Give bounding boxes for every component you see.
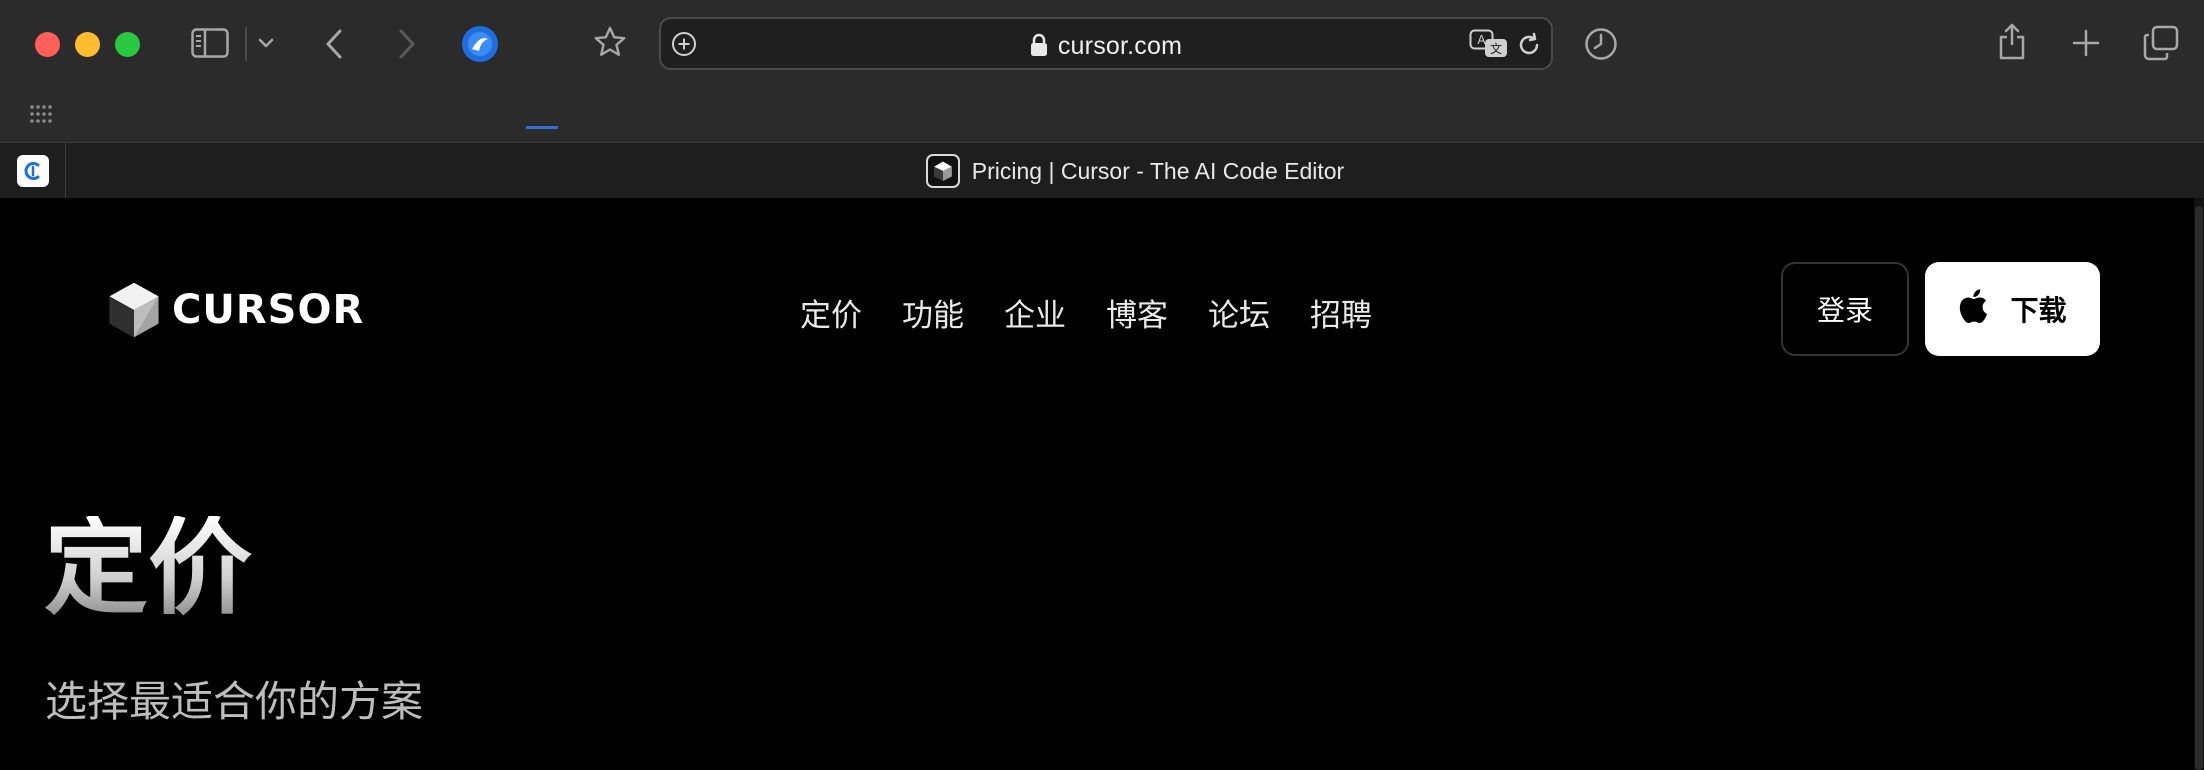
cursor-logo[interactable]: CURSOR: [106, 280, 364, 340]
address-bar[interactable]: cursor.com A文: [659, 17, 1553, 70]
grid-icon[interactable]: [28, 101, 54, 127]
svg-text:文: 文: [1490, 41, 1502, 56]
login-button[interactable]: 登录: [1781, 262, 1909, 356]
browser-toolbar: cursor.com A文: [0, 0, 2204, 90]
cursor-logo-icon: [109, 282, 159, 338]
minimize-window-button[interactable]: [75, 32, 100, 57]
page-scrollbar[interactable]: [2194, 198, 2204, 770]
tab-title: Pricing | Cursor - The AI Code Editor: [971, 157, 1345, 184]
pinned-tab[interactable]: [0, 143, 66, 199]
nav-item-features[interactable]: 功能: [902, 290, 964, 335]
clock-icon[interactable]: [1583, 26, 1619, 62]
tab-bar: Pricing | Cursor - The AI Code Editor: [0, 142, 2204, 199]
scroll-thumb[interactable]: [2195, 206, 2203, 770]
page-subtitle: 选择最适合你的方案: [45, 677, 424, 726]
translate-icon[interactable]: A文: [1469, 28, 1509, 60]
tabs-overview-icon[interactable]: [2142, 24, 2180, 62]
lock-icon: [1030, 33, 1048, 64]
back-arrow-icon[interactable]: [320, 26, 348, 62]
bookmarks-bar: [0, 90, 2204, 142]
main-nav: 定价 功能 企业 博客 论坛 招聘: [800, 290, 1372, 335]
page-title: 定价: [44, 507, 253, 629]
download-label: 下载: [2010, 294, 2067, 327]
download-button[interactable]: 下载: [1925, 262, 2100, 356]
nav-item-forum[interactable]: 论坛: [1208, 290, 1270, 335]
nav-item-careers[interactable]: 招聘: [1310, 290, 1372, 335]
reload-icon[interactable]: [1514, 30, 1544, 60]
toolbar-divider: [245, 27, 247, 61]
cursor-favicon-icon: [925, 154, 960, 188]
zoom-window-button[interactable]: [115, 32, 140, 57]
sidebar-icon[interactable]: [190, 26, 230, 60]
star-icon[interactable]: [592, 24, 628, 60]
close-window-button[interactable]: [35, 32, 60, 57]
login-label: 登录: [1816, 294, 1873, 327]
plus-icon[interactable]: [2069, 26, 2103, 60]
share-icon[interactable]: [1995, 20, 2029, 62]
pinned-tab-favicon: [16, 155, 49, 187]
brand-name: CURSOR: [172, 287, 365, 333]
apple-icon: [1958, 288, 1988, 331]
url-text: cursor.com: [1057, 32, 1183, 60]
browser-chrome: cursor.com A文 Pricing | Cursor - The AI …: [0, 0, 2204, 199]
web-page: CURSOR 定价 功能 企业 博客 论坛 招聘 登录 下载 定价 选择最适合你…: [0, 198, 2204, 770]
nav-item-enterprise[interactable]: 企业: [1004, 290, 1066, 335]
extension-icon[interactable]: [460, 24, 500, 64]
nav-item-blog[interactable]: 博客: [1106, 290, 1168, 335]
url-display[interactable]: cursor.com: [661, 32, 1551, 64]
loading-indicator: [526, 126, 558, 129]
tab-active[interactable]: Pricing | Cursor - The AI Code Editor: [66, 143, 2204, 199]
nav-item-pricing[interactable]: 定价: [800, 290, 862, 335]
forward-arrow-icon[interactable]: [393, 26, 421, 62]
chevron-down-icon[interactable]: [255, 33, 277, 53]
